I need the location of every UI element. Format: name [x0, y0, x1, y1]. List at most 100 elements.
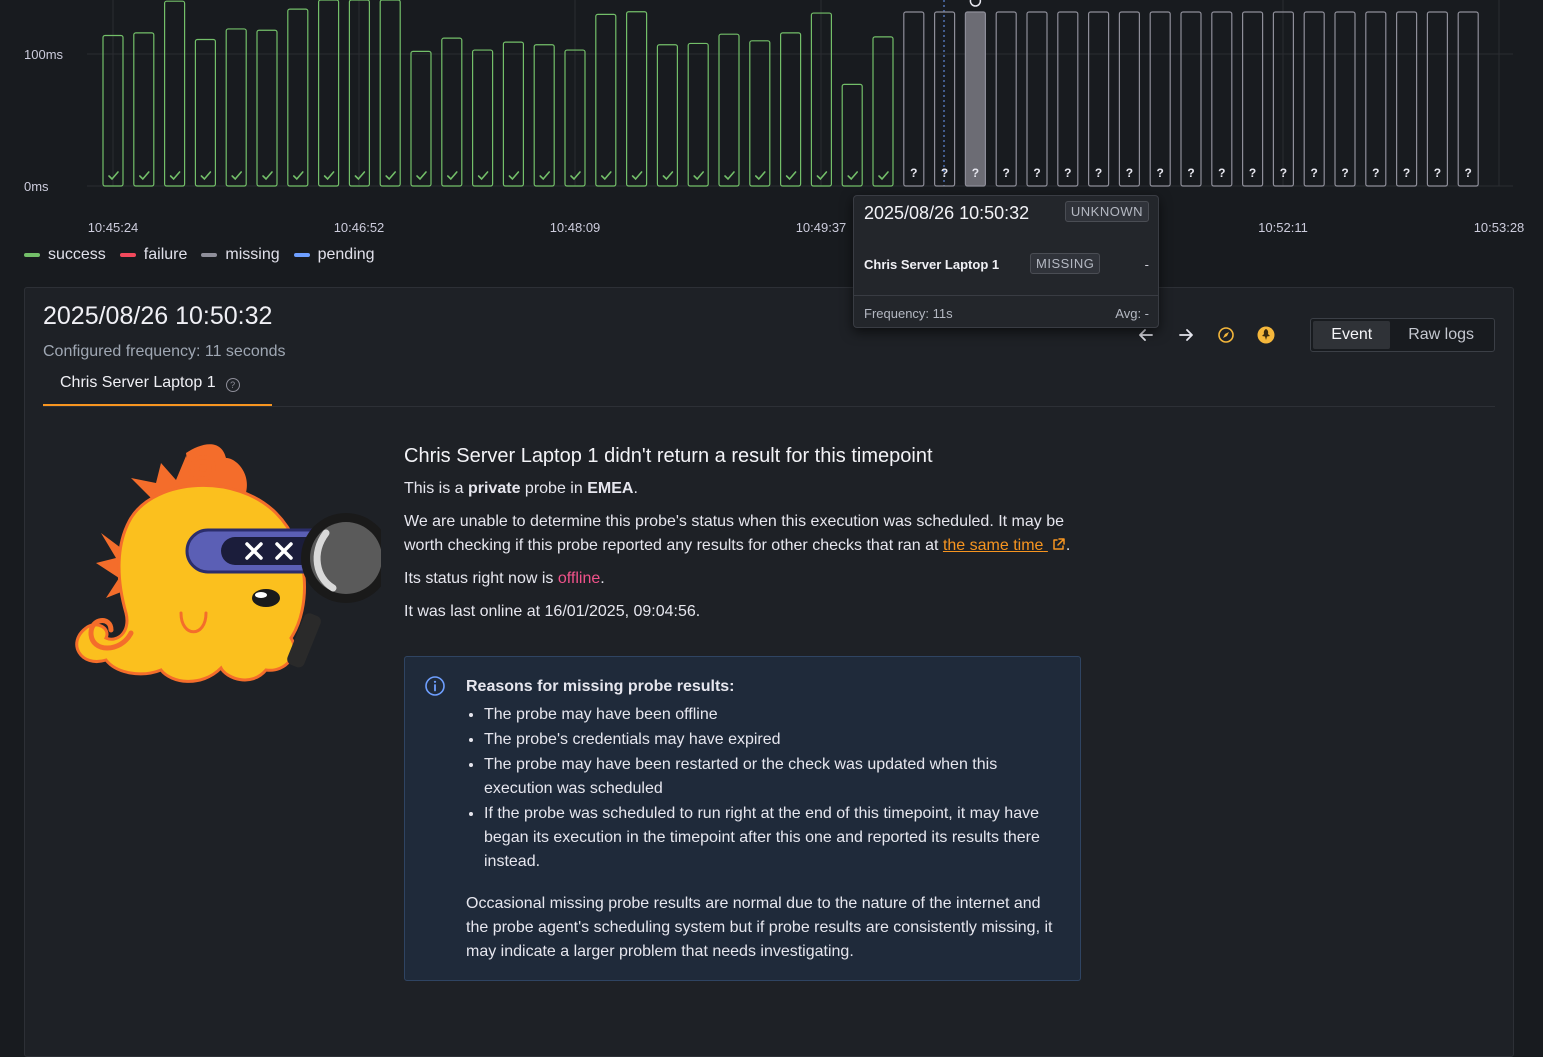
- current-status-text: Its status right now is offline.: [404, 567, 1084, 591]
- legend-item-success[interactable]: success: [24, 246, 106, 264]
- success-bar[interactable]: [502, 41, 524, 187]
- legend-item-failure[interactable]: failure: [119, 246, 188, 264]
- success-bar[interactable]: [225, 28, 247, 187]
- success-bar[interactable]: [441, 37, 463, 187]
- missing-result-explanation: Chris Server Laptop 1 didn't return a re…: [404, 443, 1084, 633]
- success-check-icon: [477, 171, 489, 181]
- missing-icon: ?: [1434, 166, 1441, 180]
- execution-tooltip: 2025/08/26 10:50:32 UNKNOWN Chris Server…: [853, 195, 1159, 328]
- success-check-icon: [354, 171, 366, 181]
- success-bar[interactable]: [318, 0, 340, 187]
- mascot-illustration: [75, 444, 381, 683]
- missing-bar[interactable]: [1057, 11, 1079, 187]
- missing-bar[interactable]: [1180, 11, 1202, 187]
- x-tick-label: 10:45:24: [88, 220, 139, 235]
- reason-item: The probe may have been offline: [484, 703, 1060, 727]
- success-bar[interactable]: [625, 11, 648, 187]
- private-prefix: This is a: [404, 480, 469, 497]
- missing-bar[interactable]: [1211, 11, 1233, 187]
- success-bar[interactable]: [595, 13, 617, 187]
- event-view-button[interactable]: Event: [1313, 321, 1391, 349]
- missing-icon: ?: [1157, 166, 1164, 180]
- legend-label: pending: [317, 246, 375, 263]
- next-execution-button[interactable]: [1172, 321, 1200, 349]
- success-bar[interactable]: [533, 44, 555, 187]
- missing-icon: ?: [972, 166, 979, 180]
- success-bar[interactable]: [872, 36, 894, 187]
- x-tick-label: 10:52:11: [1258, 220, 1308, 235]
- selected-marker-icon: [969, 0, 982, 7]
- same-time-link[interactable]: the same time: [943, 537, 1066, 554]
- missing-icon: ?: [1218, 166, 1225, 180]
- success-bar[interactable]: [472, 49, 494, 187]
- success-bar[interactable]: [749, 40, 771, 187]
- success-bar[interactable]: [287, 8, 309, 187]
- missing-bar[interactable]: [1365, 11, 1387, 187]
- missing-icon: ?: [1341, 166, 1348, 180]
- success-check-icon: [601, 171, 612, 181]
- arrow-right-icon: [1179, 329, 1194, 341]
- success-check-icon: [847, 171, 858, 181]
- status-prefix: Its status right now is: [404, 570, 558, 587]
- success-bar[interactable]: [194, 38, 216, 187]
- tab-chris-server-laptop-1[interactable]: Chris Server Laptop 1 ?: [43, 374, 272, 406]
- success-check-icon: [508, 171, 520, 181]
- period: .: [633, 480, 638, 497]
- success-bar[interactable]: [841, 83, 863, 187]
- missing-bar[interactable]: [1026, 11, 1048, 187]
- missing-bar[interactable]: [1395, 11, 1418, 187]
- reason-item: The probe may have been restarted or the…: [484, 753, 1060, 801]
- success-check-icon: [323, 171, 335, 181]
- selected-missing-bar[interactable]: [964, 11, 987, 187]
- success-bar[interactable]: [410, 50, 432, 187]
- missing-bar[interactable]: [1426, 11, 1449, 187]
- success-check-icon: [231, 171, 242, 181]
- tab-label: Chris Server Laptop 1: [60, 374, 216, 391]
- missing-icon: ?: [1126, 166, 1133, 180]
- success-check-icon: [169, 171, 181, 181]
- success-bar[interactable]: [656, 44, 679, 187]
- legend-item-missing[interactable]: missing: [201, 246, 280, 264]
- external-link-icon: [1053, 538, 1065, 550]
- missing-icon: ?: [1372, 166, 1379, 180]
- success-bar[interactable]: [779, 32, 802, 187]
- success-bar[interactable]: [718, 33, 740, 187]
- missing-icon: ?: [1187, 166, 1194, 180]
- probe-tabs: Chris Server Laptop 1 ?: [43, 374, 1495, 407]
- missing-bar[interactable]: [1118, 11, 1141, 187]
- missing-bar[interactable]: [903, 11, 925, 187]
- missing-bar[interactable]: [1149, 11, 1171, 187]
- success-check-icon: [200, 171, 212, 181]
- legend-item-pending[interactable]: pending: [293, 246, 375, 264]
- bars-group: ???????????????????: [102, 0, 1479, 187]
- probe-button[interactable]: [1252, 321, 1280, 349]
- success-bar[interactable]: [164, 0, 186, 187]
- missing-icon: ?: [1311, 166, 1318, 180]
- reasons-list: The probe may have been offline The prob…: [466, 703, 1060, 874]
- missing-bar[interactable]: [1303, 11, 1325, 187]
- legend-swatch-success: [24, 253, 40, 257]
- success-bar[interactable]: [133, 32, 155, 187]
- success-check-icon: [293, 171, 304, 181]
- missing-bar[interactable]: [1241, 11, 1264, 187]
- probe-icon: [1257, 326, 1275, 344]
- missing-icon: ?: [1064, 166, 1071, 180]
- raw-logs-button[interactable]: Raw logs: [1390, 321, 1492, 349]
- missing-bar[interactable]: [995, 11, 1017, 187]
- private-mid: probe in: [520, 480, 588, 497]
- legend-label: failure: [143, 246, 188, 263]
- x-tick-label: 10:46:52: [334, 220, 385, 235]
- success-bar[interactable]: [687, 42, 709, 187]
- missing-bar[interactable]: [1334, 11, 1356, 187]
- chart-legend: success failure missing pending: [24, 246, 375, 264]
- help-icon[interactable]: ?: [225, 378, 240, 392]
- tooltip-probe-value: -: [1144, 257, 1149, 272]
- info-icon: [425, 676, 445, 696]
- missing-bar[interactable]: [1087, 11, 1110, 187]
- success-bar[interactable]: [379, 0, 401, 187]
- explore-button[interactable]: [1212, 321, 1240, 349]
- missing-bar[interactable]: [933, 11, 956, 187]
- y-tick-100ms: 100ms: [24, 47, 64, 62]
- missing-bar[interactable]: [1457, 11, 1479, 187]
- missing-icon: ?: [1003, 166, 1010, 180]
